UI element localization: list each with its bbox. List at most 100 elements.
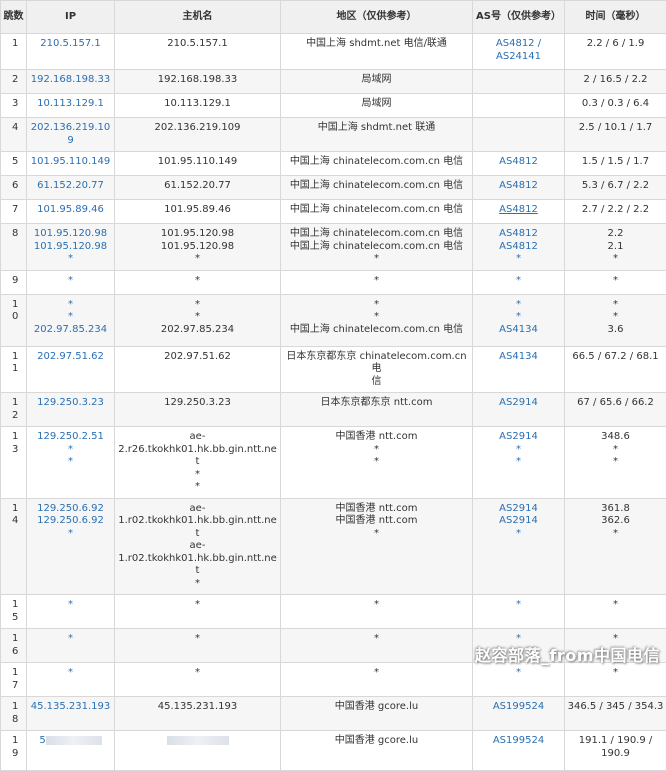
host-line: * <box>117 667 278 680</box>
host-line: 192.168.198.33 <box>117 74 278 87</box>
asn-line[interactable]: AS24141 <box>475 51 562 64</box>
header-time[interactable]: 时间（毫秒） <box>565 1 666 34</box>
cell-hop: 4 <box>1 118 27 152</box>
ip-line[interactable]: 202.97.85.234 <box>29 324 112 337</box>
region-line: * <box>283 299 470 312</box>
cell-region: 中国香港 ntt.com中国香港 ntt.com* <box>281 498 473 595</box>
asn-line[interactable]: AS199524 <box>475 735 562 748</box>
ip-line[interactable]: * <box>29 275 112 288</box>
asn-line[interactable]: * <box>475 599 562 612</box>
host-line: 202.97.51.62 <box>117 351 278 364</box>
ip-line[interactable]: * <box>29 253 112 266</box>
ip-line[interactable]: * <box>29 528 112 541</box>
asn-line[interactable]: AS4812 <box>475 241 562 254</box>
ip-line[interactable]: 129.250.2.51 <box>29 431 112 444</box>
cell-host <box>115 731 281 771</box>
ip-line[interactable]: 129.250.3.23 <box>29 397 112 410</box>
asn-line[interactable]: AS4134 <box>475 351 562 364</box>
asn-line[interactable]: AS4812 / <box>475 38 562 51</box>
cell-host: 202.136.219.109 <box>115 118 281 152</box>
asn-line[interactable]: AS4812 <box>475 228 562 241</box>
region-line: 中国香港 ntt.com <box>283 515 470 528</box>
asn-line[interactable]: * <box>475 299 562 312</box>
cell-hop: 14 <box>1 498 27 595</box>
region-line: 日本东京都东京 chinatelecom.com.cn 电 <box>283 351 470 376</box>
cell-host: 10.113.129.1 <box>115 94 281 118</box>
ip-line[interactable]: 45.135.231.193 <box>29 701 112 714</box>
ip-line[interactable]: 10.113.129.1 <box>29 98 112 111</box>
asn-line[interactable]: AS4134 <box>475 324 562 337</box>
asn-line[interactable]: AS4812 <box>475 156 562 169</box>
cell-hop: 5 <box>1 152 27 176</box>
cell-region: 日本东京都东京 chinatelecom.com.cn 电信 <box>281 346 473 393</box>
cell-time: 2.7 / 2.2 / 2.2 <box>565 200 666 224</box>
ip-line[interactable]: * <box>29 633 112 646</box>
time-line: * <box>567 456 664 469</box>
asn-line[interactable]: AS4812 <box>475 180 562 193</box>
region-line: 中国上海 chinatelecom.com.cn 电信 <box>283 324 470 337</box>
header-hop[interactable]: 跳数 <box>1 1 27 34</box>
cell-host: 101.95.89.46 <box>115 200 281 224</box>
ip-line[interactable]: * <box>29 311 112 324</box>
ip-line[interactable]: 61.152.20.77 <box>29 180 112 193</box>
asn-line[interactable]: * <box>475 528 562 541</box>
ip-line[interactable]: 192.168.198.33 <box>29 74 112 87</box>
ip-line[interactable]: * <box>29 456 112 469</box>
ip-line[interactable]: 101.95.120.98 <box>29 228 112 241</box>
asn-line[interactable]: * <box>475 253 562 266</box>
ip-line[interactable]: 202.97.51.62 <box>29 351 112 364</box>
asn-line[interactable]: * <box>475 275 562 288</box>
ip-line[interactable]: 101.95.110.149 <box>29 156 112 169</box>
asn-line[interactable]: AS2914 <box>475 503 562 516</box>
ip-line[interactable]: 101.95.120.98 <box>29 241 112 254</box>
cell-asn: AS4812 <box>473 152 565 176</box>
cell-host: 192.168.198.33 <box>115 70 281 94</box>
ip-line[interactable]: * <box>29 444 112 457</box>
ip-line[interactable]: 129.250.6.92 <box>29 503 112 516</box>
cell-hop: 8 <box>1 224 27 271</box>
cell-time: 2.2 / 6 / 1.9 <box>565 34 666 70</box>
cell-region: **中国上海 chinatelecom.com.cn 电信 <box>281 294 473 346</box>
cell-hop: 1 <box>1 34 27 70</box>
cell-host: * <box>115 595 281 629</box>
asn-line[interactable]: * <box>475 311 562 324</box>
ip-line[interactable]: 101.95.89.46 <box>29 204 112 217</box>
asn-line[interactable]: AS2914 <box>475 431 562 444</box>
asn-line[interactable]: AS4812 <box>475 204 562 217</box>
ip-line[interactable]: * <box>29 299 112 312</box>
table-row: 1210.5.157.1210.5.157.1中国上海 shdmt.net 电信… <box>1 34 666 70</box>
time-line: 1.5 / 1.5 / 1.7 <box>567 156 664 169</box>
asn-line[interactable]: * <box>475 444 562 457</box>
host-line: 1.r02.tkokhk01.hk.bb.gin.ntt.net <box>117 515 278 540</box>
asn-line[interactable]: AS2914 <box>475 515 562 528</box>
asn-line[interactable]: * <box>475 456 562 469</box>
cell-time: 0.3 / 0.3 / 6.4 <box>565 94 666 118</box>
header-ip[interactable]: IP <box>27 1 115 34</box>
asn-line[interactable]: AS2914 <box>475 397 562 410</box>
ip-line[interactable]: 202.136.219.109 <box>29 122 112 147</box>
ip-line[interactable]: 129.250.6.92 <box>29 515 112 528</box>
ip-line[interactable]: 210.5.157.1 <box>29 38 112 51</box>
host-line: * <box>117 275 278 288</box>
time-line: 2.1 <box>567 241 664 254</box>
host-line: * <box>117 599 278 612</box>
ip-line[interactable]: * <box>29 599 112 612</box>
asn-line[interactable]: AS199524 <box>475 701 562 714</box>
cell-time: 1.5 / 1.5 / 1.7 <box>565 152 666 176</box>
region-line: 中国上海 chinatelecom.com.cn 电信 <box>283 156 470 169</box>
cell-asn <box>473 94 565 118</box>
ip-line[interactable]: * <box>29 667 112 680</box>
time-line: 5.3 / 6.7 / 2.2 <box>567 180 664 193</box>
asn-line[interactable]: * <box>475 667 562 680</box>
cell-asn: AS2914** <box>473 427 565 499</box>
cell-ip: **202.97.85.234 <box>27 294 115 346</box>
cell-ip: 61.152.20.77 <box>27 176 115 200</box>
redacted-host-blur <box>167 736 229 745</box>
cell-hop: 7 <box>1 200 27 224</box>
cell-host: 129.250.3.23 <box>115 393 281 427</box>
table-row: 2192.168.198.33192.168.198.33局域网2 / 16.5… <box>1 70 666 94</box>
cell-hop: 18 <box>1 697 27 731</box>
header-region[interactable]: 地区（仅供参考） <box>281 1 473 34</box>
header-host[interactable]: 主机名 <box>115 1 281 34</box>
header-asn[interactable]: AS号（仅供参考） <box>473 1 565 34</box>
